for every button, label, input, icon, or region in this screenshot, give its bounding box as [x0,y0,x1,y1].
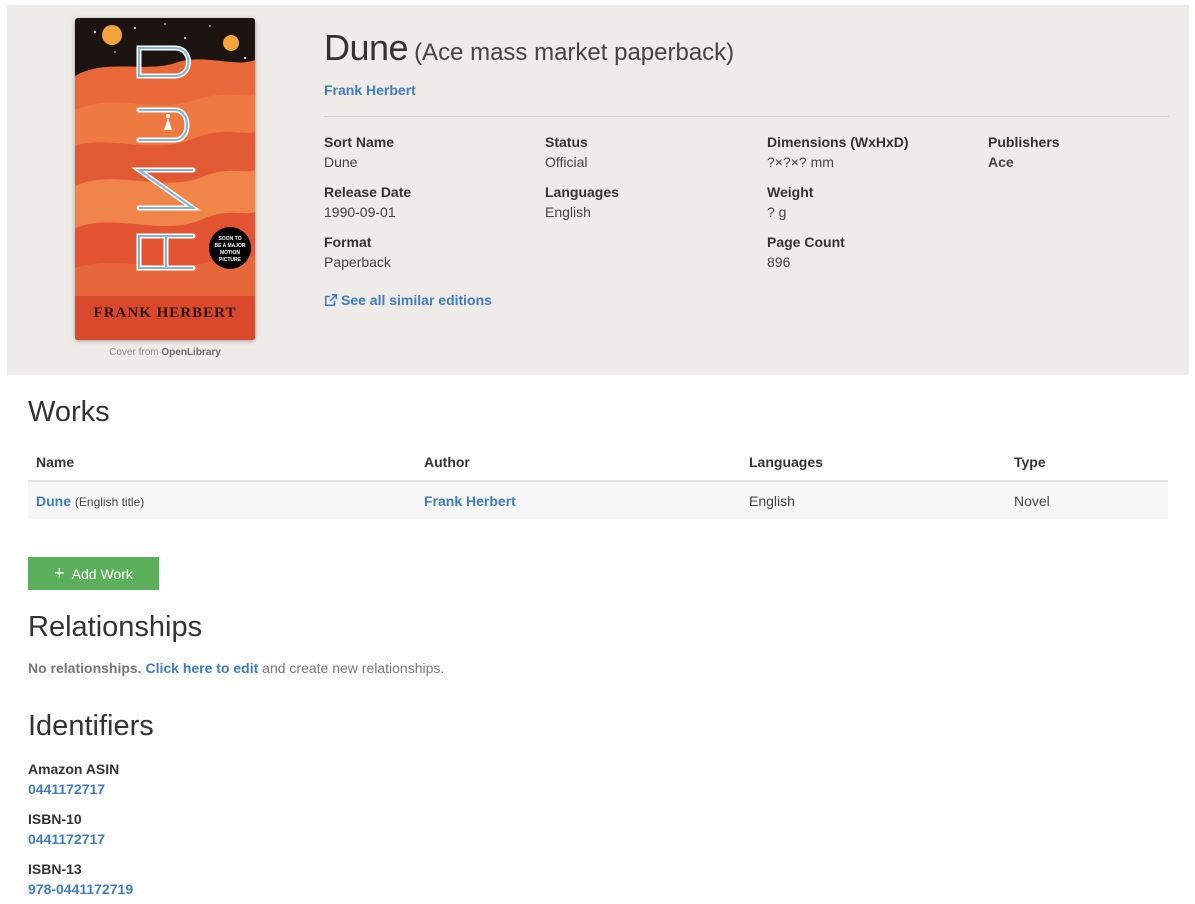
identifier-link[interactable]: 0441172717 [28,831,105,847]
svg-text:SOON TO: SOON TO [219,236,242,242]
book-cover-image[interactable]: SOON TO BE A MAJOR MOTION PICTURE FRANK … [75,18,255,340]
table-row: Dune (English title) Frank Herbert Engli… [28,481,1168,519]
edit-relationships-link[interactable]: Click here to edit [145,660,258,676]
cover-credit: Cover from OpenLibrary [109,347,221,358]
work-author-cell: Frank Herbert [416,481,741,519]
svg-text:BE A MAJOR: BE A MAJOR [214,243,245,249]
work-author-link[interactable]: Frank Herbert [424,493,516,509]
work-name-note: (English title) [74,494,145,509]
prop-dimensions: Dimensions (WxHxD) ?×?×? mm [767,134,909,170]
publisher-link[interactable]: Ace [988,154,1195,170]
cover-block: SOON TO BE A MAJOR MOTION PICTURE FRANK … [75,18,255,358]
work-link[interactable]: Dune [36,493,71,509]
column-header-name[interactable]: Name [28,443,416,482]
edition-header: SOON TO BE A MAJOR MOTION PICTURE FRANK … [7,5,1189,375]
identifier-link[interactable]: 978-0441172719 [28,881,133,897]
add-work-button[interactable]: + Add Work [28,557,159,590]
prop-publishers: Publishers Ace [988,134,1195,170]
work-name-cell: Dune (English title) [28,481,416,519]
prop-page-count: Page Count 896 [767,234,845,270]
similar-editions-link[interactable]: See all similar editions [324,292,492,308]
identifier-amazon-asin: Amazon ASIN 0441172717 [28,761,120,797]
column-header-type[interactable]: Type [1006,443,1168,482]
prop-format: Format Paperback [324,234,391,270]
identifiers-heading: Identifiers [28,710,154,742]
prop-release-date: Release Date 1990-09-01 [324,184,412,220]
edition-subtitle: (Ace mass market paperback) [414,39,735,66]
prop-status: Status Official [545,134,588,170]
svg-text:PICTURE: PICTURE [219,257,242,263]
identifier-link[interactable]: 0441172717 [28,781,119,797]
identifier-isbn-13: ISBN-13 978-0441172719 [28,861,134,897]
works-table: Name Author Languages Type Dune (English… [28,443,1168,519]
identifier-isbn-10: ISBN-10 0441172717 [28,811,106,847]
edition-properties: Sort Name Dune Status Official Dimension… [324,117,1169,308]
edition-info: Dune (Ace mass market paperback) Frank H… [324,27,1169,308]
title-row: Dune (Ace mass market paperback) [324,27,1169,69]
work-type-cell: Novel [1006,481,1168,519]
work-languages-cell: English [741,481,1006,519]
table-header-row: Name Author Languages Type [28,443,1168,482]
prop-weight: Weight ? g [767,184,814,220]
cover-source-link[interactable]: OpenLibrary [161,347,220,358]
prop-languages: Languages English [545,184,619,220]
relationships-heading: Relationships [28,611,203,643]
relationships-empty-message: No relationships. Click here to edit and… [28,660,445,676]
svg-text:FRANK HERBERT: FRANK HERBERT [94,305,237,321]
svg-text:MOTION: MOTION [220,250,240,256]
author-link[interactable]: Frank Herbert [324,82,416,98]
works-heading: Works [28,396,110,428]
prop-sort-name: Sort Name Dune [324,134,395,170]
column-header-languages[interactable]: Languages [741,443,1006,482]
page-title: Dune [324,27,409,68]
plus-icon: + [54,562,65,583]
external-link-icon [324,293,338,307]
column-header-author[interactable]: Author [416,443,741,482]
